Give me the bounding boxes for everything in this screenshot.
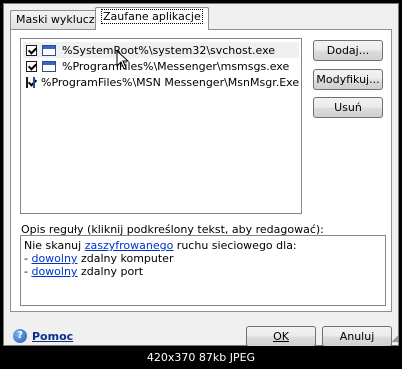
- ok-label: OK: [273, 330, 289, 343]
- list-item[interactable]: %ProgramFiles%\Messenger\msmsgs.exe: [23, 58, 299, 74]
- remote-port-link[interactable]: dowolny: [31, 265, 77, 278]
- app-path: %ProgramFiles%\MSN Messenger\MsnMsgr.Exe: [41, 75, 300, 89]
- list-item[interactable]: %ProgramFiles%\MSN Messenger\MsnMsgr.Exe: [23, 74, 299, 90]
- checkbox[interactable]: [26, 76, 28, 88]
- help-icon[interactable]: ?: [13, 329, 27, 343]
- ok-button[interactable]: OK: [246, 326, 316, 347]
- cancel-button[interactable]: Anuluj: [322, 326, 392, 347]
- remove-button[interactable]: Usuń: [313, 97, 383, 118]
- application-window-icon: [42, 60, 56, 72]
- rule-line-1: Nie skanuj zaszyfrowanego ruchu sieciowe…: [24, 239, 382, 252]
- rule-text: zdalny komputer: [77, 252, 174, 265]
- application-window-icon: [33, 76, 35, 88]
- dialog-window: Maski wykluczeń Zaufane aplikacje %Syste…: [3, 3, 399, 347]
- encrypted-traffic-link[interactable]: zaszyfrowanego: [85, 239, 174, 252]
- tab-panel: %SystemRoot%\system32\svchost.exe %Progr…: [10, 29, 392, 312]
- resize-grip-icon[interactable]: ◢: [391, 334, 398, 344]
- modify-button[interactable]: Modyfikuj...: [313, 69, 383, 90]
- remote-computer-link[interactable]: dowolny: [31, 252, 77, 265]
- checkbox[interactable]: [26, 44, 37, 56]
- rule-line-2: - dowolny zdalny komputer: [24, 252, 382, 265]
- rule-text: zdalny port: [77, 265, 144, 278]
- app-path: %ProgramFiles%\Messenger\msmsgs.exe: [62, 59, 290, 73]
- help-link[interactable]: Pomoc: [32, 330, 73, 343]
- checkbox[interactable]: [26, 60, 37, 72]
- rule-text: Nie skanuj: [24, 239, 85, 252]
- tab-trusted-apps[interactable]: Zaufane aplikacje: [95, 7, 209, 30]
- list-item[interactable]: %SystemRoot%\system32\svchost.exe: [23, 42, 299, 58]
- cancel-label: Anuluj: [339, 330, 375, 343]
- trusted-apps-list[interactable]: %SystemRoot%\system32\svchost.exe %Progr…: [20, 38, 302, 214]
- image-info-footer: 420x370 87kb JPEG: [0, 346, 402, 369]
- add-button[interactable]: Dodaj...: [313, 40, 383, 61]
- rule-text: ruchu sieciowego dla:: [173, 239, 297, 252]
- application-window-icon: [42, 44, 56, 56]
- rule-description-box: Nie skanuj zaszyfrowanego ruchu sieciowe…: [20, 235, 386, 306]
- app-path: %SystemRoot%\system32\svchost.exe: [62, 43, 276, 57]
- tab-label: Zaufane aplikacje: [101, 9, 203, 24]
- mouse-cursor-icon: [116, 50, 130, 70]
- rule-line-3: - dowolny zdalny port: [24, 265, 382, 278]
- help-link-group[interactable]: ? Pomoc: [13, 329, 73, 343]
